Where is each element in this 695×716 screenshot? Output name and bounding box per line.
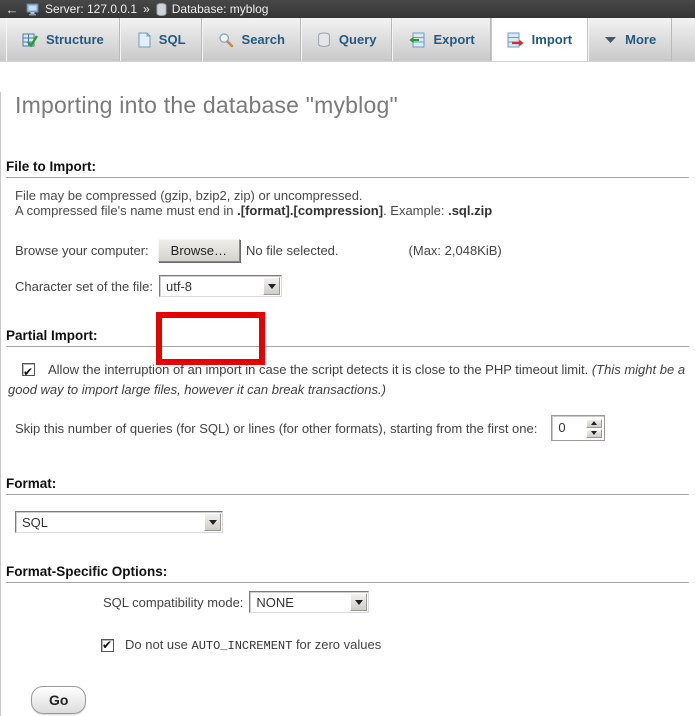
section-heading-format: Format:: [6, 476, 689, 495]
tab-query[interactable]: Query: [301, 18, 393, 61]
charset-row: Character set of the file: utf-8: [15, 275, 690, 297]
compat-dropdown-arrow-icon[interactable]: [350, 593, 367, 611]
tab-import[interactable]: Import: [491, 18, 588, 61]
skip-queries-stepper[interactable]: 0: [551, 415, 605, 441]
allow-interruption-checkbox[interactable]: [22, 363, 35, 376]
back-arrow-icon[interactable]: ←: [4, 2, 20, 17]
import-page: Importing into the database "myblog" Fil…: [0, 92, 695, 716]
tab-label: Import: [532, 32, 572, 47]
breadcrumb-bar: ← Server: 127.0.0.1 » Database: myblog: [0, 0, 695, 18]
browse-button[interactable]: Browse…: [158, 239, 240, 262]
tab-structure[interactable]: Structure: [6, 18, 120, 61]
page-title: Importing into the database "myblog": [15, 92, 690, 119]
stepper-up-icon[interactable]: [586, 419, 602, 428]
compression-line2-prefix: A compressed file's name must end in: [15, 203, 237, 218]
breadcrumb-database-label: Database: myblog: [172, 2, 269, 16]
database-icon: [156, 3, 167, 16]
query-icon: [317, 32, 331, 48]
zero-values-suffix: for zero values: [292, 637, 381, 652]
sql-compatibility-selected-value: NONE: [250, 592, 349, 612]
compression-line2-mid: . Example:: [383, 203, 448, 218]
breadcrumb-database[interactable]: Database: myblog: [156, 2, 269, 16]
format-select[interactable]: SQL: [15, 511, 223, 533]
compression-format-pattern: .[format].[compression]: [237, 203, 383, 218]
section-heading-partial-import: Partial Import:: [6, 328, 689, 347]
zero-values-code: AUTO_INCREMENT: [192, 639, 293, 653]
sql-compatibility-label: SQL compatibility mode:: [103, 595, 243, 610]
search-icon: [218, 32, 234, 48]
go-button[interactable]: Go: [31, 686, 86, 714]
sql-compatibility-select[interactable]: NONE: [249, 591, 369, 613]
stepper-down-icon[interactable]: [586, 429, 602, 438]
breadcrumb-server-label: Server: 127.0.0.1: [45, 2, 137, 16]
sql-compatibility-row: SQL compatibility mode: NONE: [103, 591, 690, 613]
compression-example: .sql.zip: [448, 203, 492, 218]
structure-icon: [22, 32, 38, 48]
breadcrumb-server[interactable]: Server: 127.0.0.1: [26, 2, 137, 16]
skip-queries-row: Skip this number of queries (for SQL) or…: [15, 415, 690, 441]
no-file-selected-text: No file selected.: [246, 243, 339, 258]
skip-queries-label: Skip this number of queries (for SQL) or…: [15, 421, 537, 436]
export-icon: [408, 32, 425, 48]
tab-more[interactable]: More: [588, 18, 672, 61]
charset-dropdown-arrow-icon[interactable]: [263, 277, 280, 295]
tab-export[interactable]: Export: [392, 18, 490, 61]
format-dropdown-arrow-icon[interactable]: [204, 513, 221, 531]
compression-help-text: File may be compressed (gzip, bzip2, zip…: [15, 188, 690, 218]
tab-label: SQL: [159, 32, 186, 47]
zero-values-label: Do not use AUTO_INCREMENT for zero value…: [125, 637, 381, 653]
server-icon: [26, 3, 40, 16]
allow-interruption-label: Allow the interruption of an import in c…: [48, 362, 592, 377]
breadcrumb-separator: »: [143, 2, 150, 16]
tab-label: Search: [242, 32, 285, 47]
tab-label: Export: [433, 32, 474, 47]
compression-line1: File may be compressed (gzip, bzip2, zip…: [15, 188, 363, 203]
charset-select[interactable]: utf-8: [159, 275, 282, 297]
zero-values-prefix: Do not use: [125, 637, 192, 652]
chevron-down-icon: [604, 36, 617, 44]
skip-queries-value: 0: [554, 418, 586, 438]
tab-sql[interactable]: SQL: [120, 18, 202, 61]
file-upload-row: Browse your computer: Browse… No file se…: [15, 239, 690, 262]
zero-values-row: Do not use AUTO_INCREMENT for zero value…: [101, 637, 690, 653]
charset-label: Character set of the file:: [15, 279, 153, 294]
zero-values-checkbox[interactable]: [101, 639, 114, 652]
tab-search[interactable]: Search: [202, 18, 301, 61]
tab-bar: Structure SQL Search Query Export Import…: [0, 18, 695, 62]
max-size-note: (Max: 2,048KiB): [409, 243, 502, 258]
sql-icon: [136, 32, 151, 48]
format-selected-value: SQL: [16, 512, 203, 532]
tab-label: More: [625, 32, 656, 47]
browse-label: Browse your computer:: [15, 243, 149, 258]
section-heading-file-to-import: File to Import:: [6, 159, 689, 178]
tab-label: Query: [339, 32, 377, 47]
section-heading-format-specific-options: Format-Specific Options:: [6, 564, 689, 583]
tab-label: Structure: [46, 32, 104, 47]
import-icon: [507, 32, 524, 48]
allow-interruption-row: Allow the interruption of an import in c…: [8, 360, 690, 400]
charset-selected-value: utf-8: [160, 276, 262, 296]
